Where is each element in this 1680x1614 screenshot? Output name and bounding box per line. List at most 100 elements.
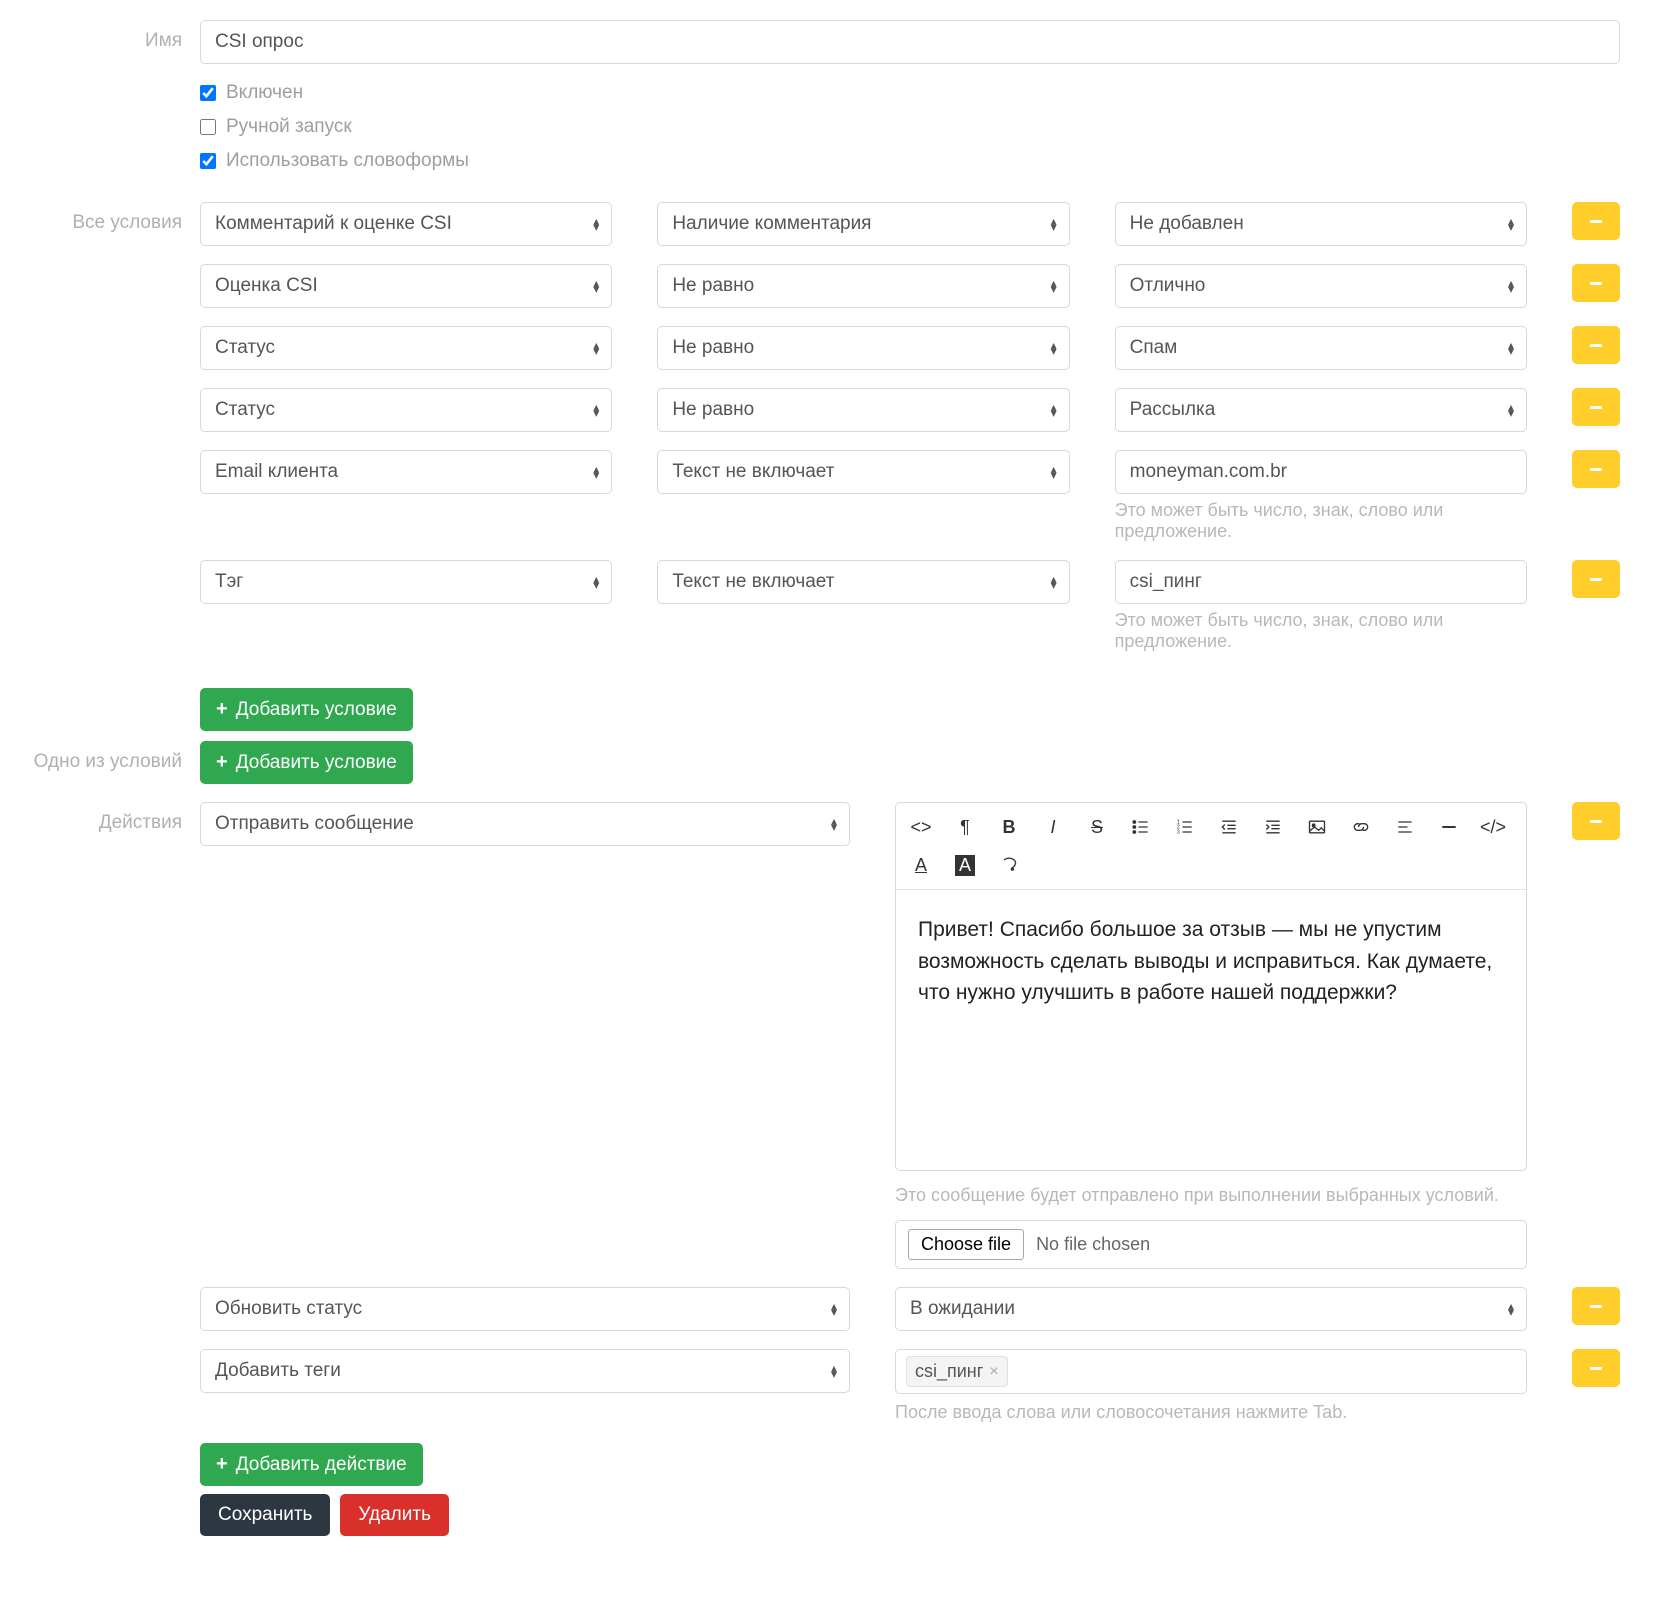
tags-input[interactable]: csi_пинг × <box>895 1349 1527 1394</box>
condition-field-select[interactable]: Комментарий к оценке CSI <box>200 202 612 246</box>
action-type-select-status[interactable]: Обновить статус <box>200 1287 850 1331</box>
condition-help: Это может быть число, знак, слово или пр… <box>1115 500 1527 542</box>
add-one-condition-button[interactable]: + Добавить условие <box>200 741 413 784</box>
chevron-updown-icon <box>593 218 599 230</box>
clear-format-icon[interactable] <box>988 847 1030 883</box>
condition-value: Не добавлен <box>1130 213 1244 234</box>
rich-text-editor: <> ¶ B I S 123 </> A <box>895 802 1527 1171</box>
chevron-updown-icon <box>1508 404 1514 416</box>
chevron-updown-icon <box>1051 576 1057 588</box>
save-button[interactable]: Сохранить <box>200 1494 330 1536</box>
strike-icon[interactable]: S <box>1076 809 1118 845</box>
condition-value: Отлично <box>1130 275 1206 296</box>
plus-icon: + <box>216 751 228 774</box>
choose-file-button[interactable]: Choose file <box>908 1229 1024 1260</box>
remove-action-button[interactable] <box>1572 1349 1620 1387</box>
tag-remove-icon[interactable]: × <box>989 1363 998 1381</box>
remove-action-button[interactable] <box>1572 802 1620 840</box>
enabled-checkbox-line[interactable]: Включен <box>200 82 1620 104</box>
condition-value: Рассылка <box>1130 399 1216 420</box>
condition-value-select[interactable]: Рассылка <box>1115 388 1527 432</box>
condition-row: Статус Не равно Спам <box>200 326 1620 370</box>
action-type-value: Обновить статус <box>215 1298 362 1319</box>
remove-condition-button[interactable] <box>1572 202 1620 240</box>
remove-condition-button[interactable] <box>1572 388 1620 426</box>
minus-icon <box>1590 1367 1602 1370</box>
delete-button[interactable]: Удалить <box>340 1494 449 1536</box>
chevron-updown-icon <box>1051 466 1057 478</box>
code-block-icon[interactable]: </> <box>1472 809 1514 845</box>
condition-value-input[interactable] <box>1115 560 1527 604</box>
chevron-updown-icon <box>831 818 837 830</box>
remove-condition-button[interactable] <box>1572 264 1620 302</box>
action-type-value: Отправить сообщение <box>215 813 414 834</box>
action-type-select-send[interactable]: Отправить сообщение <box>200 802 850 846</box>
remove-condition-button[interactable] <box>1572 450 1620 488</box>
chevron-updown-icon <box>1051 280 1057 292</box>
condition-op-select[interactable]: Наличие комментария <box>657 202 1069 246</box>
condition-field-select[interactable]: Статус <box>200 388 612 432</box>
manual-checkbox[interactable] <box>200 119 216 135</box>
add-condition-button[interactable]: + Добавить условие <box>200 688 413 731</box>
image-icon[interactable] <box>1296 809 1338 845</box>
tags-help: После ввода слова или словосочетания наж… <box>895 1402 1527 1423</box>
name-input[interactable] <box>200 20 1620 64</box>
chevron-updown-icon <box>1051 342 1057 354</box>
status-value-select[interactable]: В ожидании <box>895 1287 1527 1331</box>
condition-value-select[interactable]: Спам <box>1115 326 1527 370</box>
minus-icon <box>1590 820 1602 823</box>
condition-value-select[interactable]: Не добавлен <box>1115 202 1527 246</box>
wordforms-checkbox[interactable] <box>200 153 216 169</box>
number-list-icon[interactable]: 123 <box>1164 809 1206 845</box>
minus-icon <box>1590 1305 1602 1308</box>
condition-value-select[interactable]: Отлично <box>1115 264 1527 308</box>
align-icon[interactable] <box>1384 809 1426 845</box>
wordforms-checkbox-line[interactable]: Использовать словоформы <box>200 150 1620 172</box>
condition-op-value: Текст не включает <box>672 461 834 482</box>
condition-op-value: Наличие комментария <box>672 213 871 234</box>
minus-icon <box>1590 220 1602 223</box>
text-color-icon[interactable]: A <box>900 847 942 883</box>
condition-field-value: Комментарий к оценке CSI <box>215 213 452 234</box>
code-inline-icon[interactable]: <> <box>900 809 942 845</box>
condition-value-input[interactable] <box>1115 450 1527 494</box>
bg-color-icon[interactable]: A <box>944 847 986 883</box>
condition-field-select[interactable]: Статус <box>200 326 612 370</box>
italic-icon[interactable]: I <box>1032 809 1074 845</box>
condition-field-select[interactable]: Тэг <box>200 560 612 604</box>
add-action-button[interactable]: + Добавить действие <box>200 1443 423 1486</box>
svg-text:3: 3 <box>1177 830 1180 836</box>
action-type-select-tags[interactable]: Добавить теги <box>200 1349 850 1393</box>
condition-field-select[interactable]: Email клиента <box>200 450 612 494</box>
remove-action-button[interactable] <box>1572 1287 1620 1325</box>
file-input[interactable]: Choose file No file chosen <box>895 1220 1527 1269</box>
condition-field-value: Статус <box>215 337 275 358</box>
condition-op-select[interactable]: Текст не включает <box>657 560 1069 604</box>
condition-op-select[interactable]: Текст не включает <box>657 450 1069 494</box>
minus-icon <box>1590 282 1602 285</box>
enabled-checkbox[interactable] <box>200 85 216 101</box>
plus-icon: + <box>216 698 228 721</box>
remove-condition-button[interactable] <box>1572 560 1620 598</box>
paragraph-icon[interactable]: ¶ <box>944 809 986 845</box>
chevron-updown-icon <box>1508 342 1514 354</box>
condition-op-value: Не равно <box>672 275 754 296</box>
chevron-updown-icon <box>831 1365 837 1377</box>
condition-op-select[interactable]: Не равно <box>657 388 1069 432</box>
manual-checkbox-line[interactable]: Ручной запуск <box>200 116 1620 138</box>
outdent-icon[interactable] <box>1208 809 1250 845</box>
link-icon[interactable] <box>1340 809 1382 845</box>
bullet-list-icon[interactable] <box>1120 809 1162 845</box>
condition-field-select[interactable]: Оценка CSI <box>200 264 612 308</box>
indent-icon[interactable] <box>1252 809 1294 845</box>
condition-op-select[interactable]: Не равно <box>657 326 1069 370</box>
condition-op-select[interactable]: Не равно <box>657 264 1069 308</box>
one-of-conditions-label: Одно из условий <box>30 741 200 773</box>
action-type-value: Добавить теги <box>215 1360 341 1381</box>
editor-content[interactable]: Привет! Спасибо большое за отзыв — мы не… <box>896 890 1526 1170</box>
hr-icon[interactable] <box>1428 809 1470 845</box>
remove-condition-button[interactable] <box>1572 326 1620 364</box>
chevron-updown-icon <box>593 280 599 292</box>
condition-row: Комментарий к оценке CSI Наличие коммента… <box>200 202 1620 246</box>
bold-icon[interactable]: B <box>988 809 1030 845</box>
